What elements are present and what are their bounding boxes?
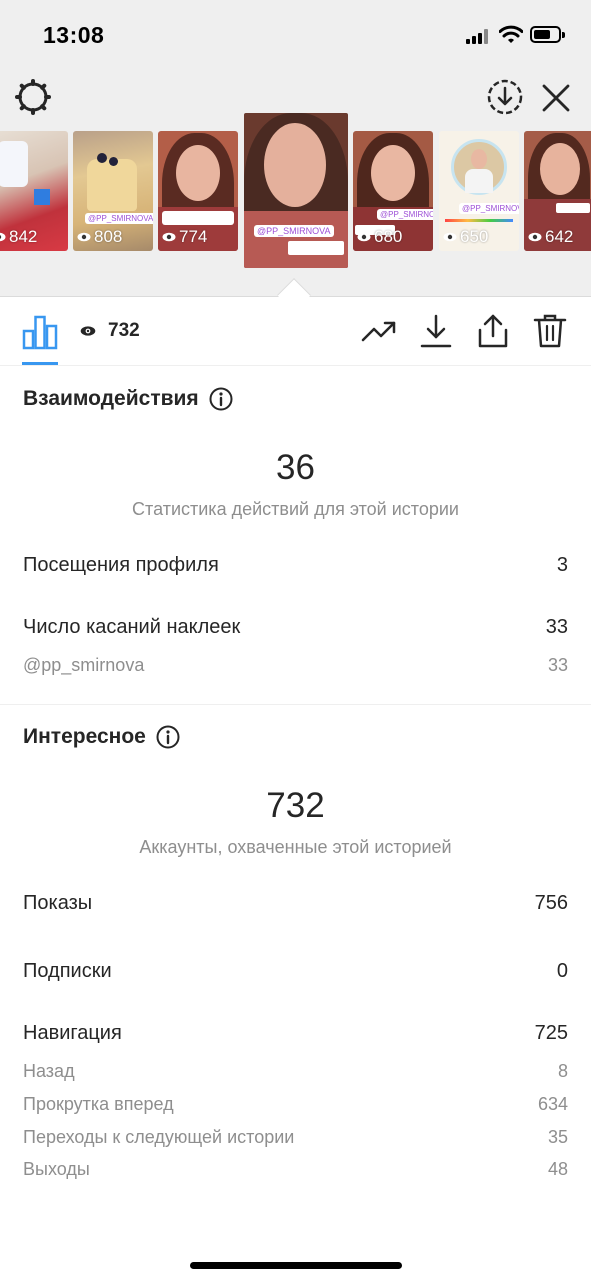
sticker-handle-value: 33 <box>547 655 568 675</box>
close-icon[interactable] <box>538 80 574 116</box>
save-story-icon[interactable] <box>486 78 524 116</box>
view-count-value: 774 <box>179 227 208 246</box>
status-bar: 13:08 <box>0 0 591 70</box>
next-story-value: 35 <box>547 1127 568 1147</box>
forward-label: Прокрутка вперед <box>23 1094 174 1114</box>
view-count: 680 <box>357 227 402 247</box>
follows-value: 0 <box>556 960 568 982</box>
exits-label: Выходы <box>23 1159 90 1179</box>
story-thumbnails: 842 @PP_SMIRNOVA 808 774 @PP_SMIRNOVA @P… <box>0 113 591 273</box>
sticker-taps-row: Число касаний наклеек 33 <box>23 616 568 639</box>
eye-icon <box>80 326 96 336</box>
discovery-section-title: Интересное <box>23 725 180 749</box>
battery-icon <box>530 26 565 43</box>
follows-label: Подписки <box>23 960 112 982</box>
view-count: 774 <box>162 227 207 247</box>
interactions-total: 36 <box>276 448 315 487</box>
status-time: 13:08 <box>43 22 105 48</box>
trending-icon[interactable] <box>361 313 397 349</box>
eye-icon <box>162 232 176 242</box>
sticker-handle-row: @pp_smirnova 33 <box>23 655 568 676</box>
view-count: 642 <box>528 227 573 247</box>
view-count-value: 808 <box>94 227 123 246</box>
mention-sticker: @PP_SMIRNOVA <box>377 209 433 220</box>
views-count-value: 732 <box>108 320 140 341</box>
forward-row: Прокрутка вперед 634 <box>23 1094 568 1115</box>
story-thumbnail-selected[interactable]: @PP_SMIRNOVA <box>244 113 348 268</box>
back-label: Назад <box>23 1061 75 1081</box>
eye-icon <box>77 232 91 242</box>
story-thumbnail[interactable]: @PP_SMIRNOVA 680 <box>353 131 433 251</box>
sticker-taps-label: Число касаний наклеек <box>23 616 241 638</box>
eye-icon <box>0 232 6 242</box>
reach-caption: Аккаунты, охваченные этой историей <box>139 837 452 857</box>
story-thumbnail[interactable]: @PP_SMIRNOVA 808 <box>73 131 153 251</box>
home-indicator[interactable] <box>190 1262 402 1269</box>
info-icon[interactable] <box>209 387 233 411</box>
next-story-row: Переходы к следующей истории 35 <box>23 1127 568 1148</box>
profile-visits-value: 3 <box>556 554 568 576</box>
eye-icon <box>443 232 457 242</box>
views-count: 732 <box>80 320 140 342</box>
view-count-value: 680 <box>374 227 403 246</box>
view-count: 842 <box>0 227 37 247</box>
mention-sticker: @PP_SMIRNOVA <box>254 225 334 237</box>
profile-visits-row: Посещения профиля 3 <box>23 554 568 577</box>
forward-value: 634 <box>537 1094 568 1114</box>
follows-row: Подписки 0 <box>23 960 568 983</box>
navigation-row: Навигация 725 <box>23 1022 568 1045</box>
profile-visits-label: Посещения профиля <box>23 554 219 576</box>
mention-sticker: @PP_SMIRNOVA <box>459 203 519 214</box>
reach-total: 732 <box>266 786 325 825</box>
view-count-value: 642 <box>545 227 574 246</box>
story-thumbnail[interactable]: @PP_SMIRNOVA 650 <box>439 131 519 251</box>
interactions-caption: Статистика действий для этой истории <box>132 499 459 519</box>
interactions-title: Взаимодействия <box>23 387 199 410</box>
impressions-value: 756 <box>534 892 568 914</box>
interactions-section-title: Взаимодействия <box>23 387 233 411</box>
navigation-label: Навигация <box>23 1022 122 1044</box>
info-icon[interactable] <box>156 725 180 749</box>
view-count-value: 842 <box>9 227 38 246</box>
exits-value: 48 <box>547 1159 568 1179</box>
insights-bar-chart-icon[interactable] <box>22 314 58 350</box>
delete-trash-icon[interactable] <box>532 313 568 349</box>
mention-sticker: @PP_SMIRNOVA <box>85 213 153 224</box>
story-thumbnail[interactable]: 642 <box>524 131 591 251</box>
navigation-value: 725 <box>534 1022 568 1044</box>
back-row: Назад 8 <box>23 1061 568 1082</box>
active-tab-indicator <box>22 362 58 365</box>
wifi-icon <box>499 25 523 43</box>
sticker-taps-value: 33 <box>545 616 568 638</box>
sticker-handle-label: @pp_smirnova <box>23 655 145 675</box>
next-story-label: Переходы к следующей истории <box>23 1127 295 1147</box>
insights-panel: 732 Взаимодействия 36 Статистика действи… <box>0 296 591 1280</box>
view-count: 650 <box>443 227 488 247</box>
section-divider <box>0 704 591 705</box>
view-count: 808 <box>77 227 122 247</box>
discovery-title: Интересное <box>23 725 146 748</box>
settings-gear-icon[interactable] <box>14 78 52 116</box>
story-header: 13:08 842 @PP_SMIRNOVA 808 774 @PP_SMIRN… <box>0 0 591 296</box>
exits-row: Выходы 48 <box>23 1159 568 1180</box>
eye-icon <box>528 232 542 242</box>
eye-icon <box>357 232 371 242</box>
download-icon[interactable] <box>418 313 454 349</box>
impressions-label: Показы <box>23 892 93 914</box>
story-thumbnail[interactable]: 842 <box>0 131 68 251</box>
share-icon[interactable] <box>475 313 511 349</box>
impressions-row: Показы 756 <box>23 892 568 915</box>
back-value: 8 <box>557 1061 568 1081</box>
story-thumbnail[interactable]: 774 <box>158 131 238 251</box>
cellular-signal-icon <box>466 29 492 44</box>
view-count-value: 650 <box>460 227 489 246</box>
